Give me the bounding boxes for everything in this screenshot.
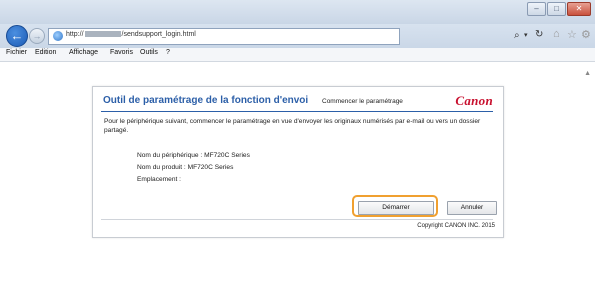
refresh-icon[interactable]: ↻	[535, 29, 543, 40]
dialog-description: Pour le périphérique suivant, commencer …	[104, 118, 481, 134]
window-titlebar: – □ ✕	[0, 0, 595, 24]
scroll-up-icon[interactable]: ▲	[584, 70, 591, 77]
device-name: Nom du périphérique : MF720C Series	[137, 152, 250, 159]
redacted-host	[84, 31, 121, 38]
title-divider	[101, 111, 493, 112]
close-button[interactable]: ✕	[567, 2, 591, 16]
url-text: http:// /sendsupport_login.html	[66, 31, 196, 38]
globe-icon	[53, 31, 63, 41]
minimize-button[interactable]: –	[527, 2, 546, 16]
product-name: Nom du produit : MF720C Series	[137, 164, 234, 171]
menu-help[interactable]: ?	[166, 49, 170, 56]
cancel-button[interactable]: Annuler	[447, 201, 497, 215]
home-icon[interactable]: ⌂	[553, 28, 560, 40]
menu-outils[interactable]: Outils	[140, 49, 158, 56]
address-bar[interactable]: http:// /sendsupport_login.html	[48, 28, 400, 45]
window-controls: – □ ✕	[526, 2, 591, 16]
canon-logo: Canon	[455, 93, 493, 108]
send-settings-dialog: Outil de paramétrage de la fonction d'en…	[92, 86, 504, 238]
back-arrow-icon: ←	[10, 28, 24, 43]
location: Emplacement :	[137, 176, 181, 183]
back-button[interactable]: ←	[6, 25, 28, 47]
menu-fichier[interactable]: Fichier	[6, 49, 27, 56]
search-icon[interactable]: ⌕	[514, 30, 520, 41]
start-button[interactable]: Démarrer	[358, 201, 434, 215]
gear-icon[interactable]: ⚙	[581, 28, 591, 41]
menu-affichage[interactable]: Affichage	[69, 49, 98, 56]
menu-edition[interactable]: Edition	[35, 49, 56, 56]
footer-divider	[101, 219, 493, 220]
url-prefix: http://	[66, 31, 84, 38]
menu-bar: Fichier Edition Affichage Favoris Outils…	[0, 48, 595, 62]
maximize-button[interactable]: □	[547, 2, 566, 16]
dropdown-icon[interactable]: ▾	[524, 31, 528, 39]
menu-favoris[interactable]: Favoris	[110, 49, 133, 56]
dialog-title: Outil de paramétrage de la fonction d'en…	[103, 95, 309, 106]
dialog-subtitle: Commencer le paramétrage	[322, 98, 403, 105]
url-path: /sendsupport_login.html	[121, 31, 196, 38]
favorites-star-icon[interactable]: ☆	[567, 28, 577, 41]
copyright-text: Copyright CANON INC. 2015	[417, 223, 495, 229]
forward-button[interactable]: →	[29, 28, 45, 44]
forward-arrow-icon: →	[32, 31, 42, 41]
